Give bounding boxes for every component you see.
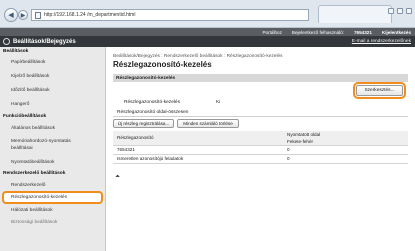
browser-chrome: ◀ ▶ http://192.168.1.24 /m_departmentid.… — [0, 0, 415, 28]
main-content: Beállítások/Bejegyzés : Rendszerkezelő b… — [107, 47, 415, 251]
col-printed-pages: Nyomtatott oldal — [283, 131, 408, 138]
forward-arrow-icon: ▶ — [20, 12, 26, 19]
top-status-bar: Portálhoz Bejelentkező felhasználó: 7654… — [0, 28, 415, 36]
star-icon[interactable] — [397, 8, 403, 14]
col-department-id: Részlegazonosító — [113, 131, 283, 146]
department-id-management-value: Ki — [216, 100, 221, 105]
scroll-top-icon[interactable]: ⏶ — [115, 174, 120, 181]
department-id-cell: Ismeretlen azonosítójú feladatok — [113, 154, 283, 164]
sidebar-item-volume[interactable]: Hangerő — [0, 97, 105, 111]
sidebar-head-settings: Beállítások — [3, 49, 29, 54]
logout-link[interactable]: Kijelentkezés — [382, 30, 411, 35]
sidebar-item-memory-print[interactable]: Memóriahordozó-nyomtatás beállításai — [0, 134, 105, 156]
sidebar-item-general[interactable]: Általános beállítások — [0, 122, 105, 134]
portal-link[interactable]: Portálhoz — [262, 30, 281, 35]
department-id-cell: 7654321 — [113, 145, 283, 155]
window-controls — [388, 8, 412, 14]
sidebar-item-paper[interactable]: Papírbeállítások — [0, 56, 105, 69]
settings-button[interactable]: Szerkesztés... — [356, 85, 403, 96]
login-label: Bejelentkező felhasználó: — [291, 29, 344, 35]
home-icon[interactable] — [388, 8, 394, 14]
page-icon — [35, 11, 41, 19]
address-url: http://192.168.1.24 /m_departmentid.html — [44, 12, 136, 18]
sidebar-item-security[interactable]: Biztonsági beállítások — [0, 217, 105, 228]
clear-all-counts-button[interactable]: Minden számláló törlése — [177, 119, 239, 128]
gear-icon[interactable] — [406, 8, 412, 14]
back-arrow-icon: ◀ — [8, 12, 14, 19]
sidebar: Beállítások Papírbeállítások Kijelző beá… — [0, 47, 106, 251]
sidebar-item-printer[interactable]: Nyomtatóbeállítások — [0, 156, 105, 168]
forward-button[interactable]: ▶ — [18, 10, 28, 20]
table-row: 7654321 0 — [113, 145, 408, 155]
mail-admin-link[interactable]: E-mail a rendszerkezelőnek — [352, 39, 415, 44]
sidebar-item-network[interactable]: Hálózati beállítások — [0, 204, 105, 217]
sidebar-item-admin[interactable]: Rendszerkezelő — [0, 179, 105, 191]
address-bar[interactable]: http://192.168.1.24 /m_departmentid.html — [31, 9, 309, 21]
department-id-management-label: Részlegazonosító-kezelés — [124, 100, 180, 105]
sidebar-item-department-id[interactable]: Részlegazonosító-kezelés — [2, 191, 103, 204]
login-user: 7654321 — [354, 29, 372, 35]
sidebar-item-timer[interactable]: Időzítő beállítások — [0, 83, 105, 97]
col-black-white: Fekete-fehér — [283, 138, 408, 146]
table-row: Ismeretlen azonosítójú feladatok 0 — [113, 154, 408, 164]
sidebar-head-function: Funkcióbeállítások — [3, 114, 47, 119]
app-header: Beállítások/Bejegyzés E-mail a rendszerk… — [0, 36, 415, 47]
register-department-button[interactable]: Új részleg regisztrálása... — [113, 119, 174, 128]
page-count-cell: 0 — [283, 145, 408, 155]
breadcrumb: Beállítások/Bejegyzés : Rendszerkezelő b… — [113, 54, 283, 59]
back-button[interactable]: ◀ — [4, 8, 18, 22]
department-table: Részlegazonosító Nyomtatott oldal Fekete… — [113, 131, 408, 164]
home-icon[interactable] — [3, 38, 10, 45]
page-totals-title: Részlegazonosító oldal-összesen — [113, 109, 408, 117]
header-title: Beállítások/Bejegyzés — [13, 38, 76, 45]
page-title: Részlegazonosító-kezelés — [113, 60, 212, 69]
sidebar-head-admin: Rendszerkezelő beállítások — [3, 171, 66, 176]
browser-tab[interactable] — [318, 5, 392, 23]
sidebar-item-display[interactable]: Kijelző beállítások — [0, 69, 105, 83]
page-count-cell: 0 — [283, 154, 408, 164]
section-header: Részlegazonosító-kezelés — [113, 74, 408, 82]
